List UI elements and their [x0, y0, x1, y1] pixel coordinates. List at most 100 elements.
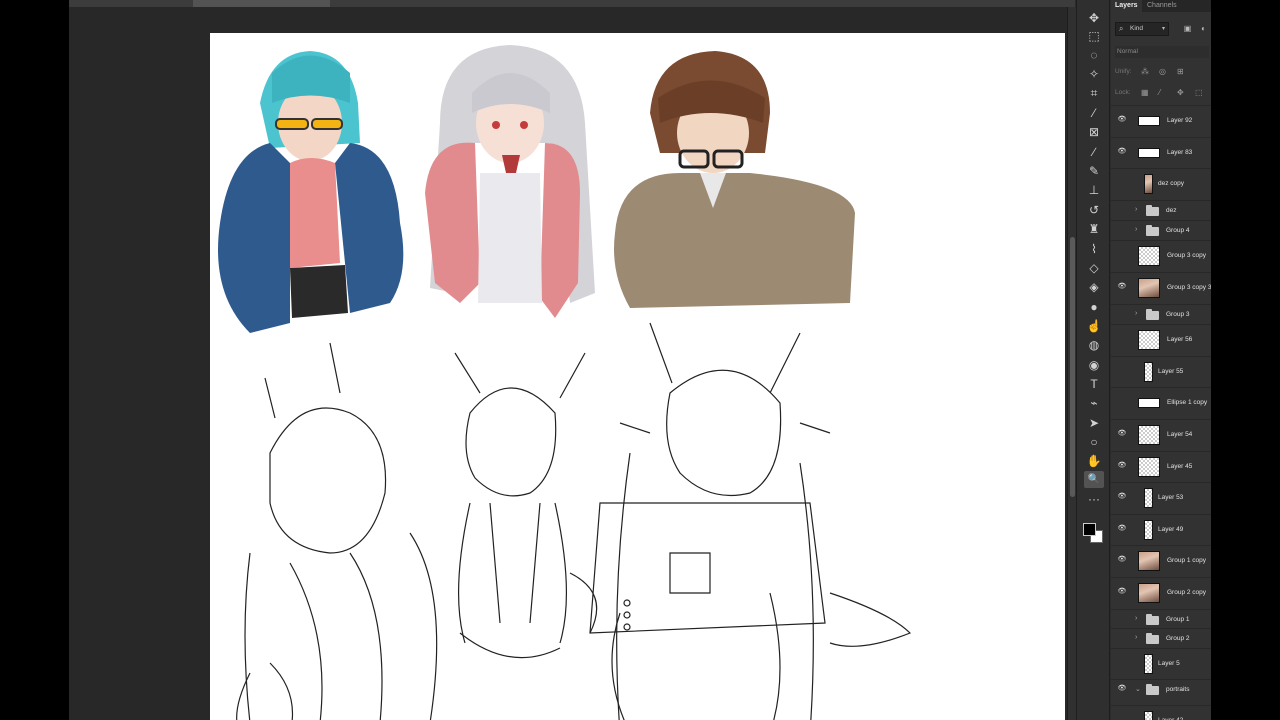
chevron-right-icon[interactable]: › [1135, 226, 1137, 233]
layer-row[interactable]: Layer 5 [1111, 648, 1211, 678]
image-filter-icon[interactable]: ▣ [1183, 24, 1192, 33]
folder-icon [1146, 205, 1159, 216]
layers-list: 👁 Layer 92 👁 Layer 83 dez copy › dez › Group 4 Gr… [1111, 104, 1211, 720]
marquee-icon[interactable]: ⬚ [1084, 27, 1104, 44]
letterbox-right [1211, 0, 1280, 720]
document-canvas[interactable] [210, 33, 1065, 720]
eye-icon[interactable]: 👁 [1117, 587, 1127, 595]
layer-row[interactable]: 👁 ⌄ portraits [1111, 679, 1211, 699]
eye-icon[interactable]: 👁 [1117, 684, 1127, 692]
layer-row[interactable]: 👁 Group 1 copy [1111, 545, 1211, 575]
layer-row[interactable]: 👁 Group 3 copy 3 [1111, 272, 1211, 302]
blend-mode-select[interactable]: Normal [1115, 46, 1209, 58]
unify-position-icon[interactable]: ⁂ [1141, 66, 1149, 78]
ellipse-icon[interactable]: ○ [1084, 433, 1104, 450]
smudge-icon[interactable]: ☝ [1084, 317, 1104, 334]
tab-layers[interactable]: Layers [1111, 0, 1142, 12]
pencil-icon[interactable]: ✎ [1084, 162, 1104, 179]
zoom-icon[interactable]: 🔍 [1084, 471, 1104, 488]
blur-icon[interactable]: ● [1084, 298, 1104, 315]
eye-icon[interactable]: 👁 [1117, 429, 1127, 437]
scrollbar-thumb[interactable] [1070, 237, 1075, 497]
eye-icon[interactable]: 👁 [1117, 492, 1127, 500]
document-tab-active[interactable] [193, 0, 330, 7]
path-select-icon[interactable]: ⌁ [1084, 394, 1104, 411]
layer-row[interactable]: › Group 4 [1111, 220, 1211, 240]
layer-thumbnail [1144, 654, 1153, 674]
frame-icon[interactable]: ⊠ [1084, 123, 1104, 140]
mixer-brush-icon[interactable]: ⌇ [1084, 240, 1104, 257]
chevron-right-icon[interactable]: › [1135, 634, 1137, 641]
layer-row[interactable]: 👁 Layer 49 [1111, 514, 1211, 544]
filter-kind-select[interactable]: ⌕ Kind ▾ [1115, 22, 1169, 36]
layer-row[interactable]: 👁 Layer 83 [1111, 137, 1211, 167]
lock-position-icon[interactable]: ✥ [1177, 87, 1184, 99]
layer-row[interactable]: 👁 Group 2 copy [1111, 577, 1211, 607]
crop-icon[interactable]: ⌗ [1084, 85, 1104, 102]
eraser-icon[interactable]: ◇ [1084, 259, 1104, 276]
layer-row[interactable]: › Group 1 [1111, 609, 1211, 629]
layer-row[interactable]: › dez [1111, 200, 1211, 220]
history-brush-icon[interactable]: ↺ [1084, 201, 1104, 218]
chevron-right-icon[interactable]: › [1135, 615, 1137, 622]
lock-transparent-icon[interactable]: ▦ [1141, 87, 1149, 99]
layer-name: Layer 53 [1158, 494, 1184, 501]
eyedropper-icon[interactable]: ⁄ [1084, 104, 1104, 121]
chevron-right-icon[interactable]: › [1135, 310, 1137, 317]
tab-channels[interactable]: Channels [1143, 0, 1181, 12]
unify-label: Unify: [1115, 68, 1132, 75]
canvas-vertical-scrollbar[interactable] [1067, 7, 1076, 720]
layer-name: Group 3 copy [1167, 252, 1207, 259]
lasso-icon[interactable]: ◌ [1084, 46, 1104, 63]
pen-icon[interactable]: ◉ [1084, 356, 1104, 373]
adjustment-filter-icon[interactable]: ◐ [1199, 24, 1208, 33]
move-icon[interactable]: ✥ [1084, 9, 1104, 26]
unify-visibility-icon[interactable]: ◎ [1159, 66, 1166, 78]
folder-icon [1146, 684, 1159, 695]
layer-row[interactable]: 👁 Layer 45 [1111, 451, 1211, 481]
filter-kind-value: Kind [1130, 25, 1144, 32]
layer-row[interactable]: Ellipse 1 copy [1111, 387, 1211, 417]
direct-select-icon[interactable]: ➤ [1084, 414, 1104, 431]
search-icon: ⌕ [1119, 24, 1124, 33]
eye-icon[interactable]: 👁 [1117, 524, 1127, 532]
panel-tab-bar: Layers Channels [1111, 0, 1211, 12]
layer-row[interactable]: Layer 42 [1111, 705, 1211, 720]
lock-artboard-icon[interactable]: ⬚ [1195, 87, 1203, 99]
photoshop-window: ✥ ⬚ ◌ ✧ ⌗ ⁄ ⊠ ∕ ✎ ⊥ ↺ ♜ ⌇ ◇ ◈ ● ☝ ◍ ◉ T ⌁ ➤ ○ ✋ 🔍 ··· Layers Chan… [69, 0, 1211, 720]
layer-row[interactable]: 👁 Layer 92 [1111, 105, 1211, 135]
layer-row[interactable]: Group 3 copy [1111, 240, 1211, 270]
layer-row[interactable]: 👁 Layer 53 [1111, 482, 1211, 512]
dodge-icon[interactable]: ◍ [1084, 336, 1104, 353]
brush-icon[interactable]: ∕ [1084, 143, 1104, 160]
chevron-down-icon[interactable]: ⌄ [1135, 685, 1141, 693]
foreground-color-swatch[interactable] [1083, 523, 1096, 536]
eye-icon[interactable]: 👁 [1117, 147, 1127, 155]
layers-panel: Layers Channels ⌕ Kind ▾ ▣ ◐ Normal Unif… [1111, 0, 1211, 720]
layer-thumbnail [1144, 520, 1153, 540]
stamp-icon[interactable]: ♜ [1084, 220, 1104, 237]
eye-icon[interactable]: 👁 [1117, 282, 1127, 290]
layer-thumbnail [1144, 362, 1153, 382]
layer-row[interactable]: Layer 56 [1111, 324, 1211, 354]
chevron-right-icon[interactable]: › [1135, 206, 1137, 213]
canvas-workspace[interactable] [69, 7, 1069, 720]
type-icon[interactable]: T [1084, 375, 1104, 392]
layer-row[interactable]: 👁 Layer 54 [1111, 419, 1211, 449]
layer-row[interactable]: › Group 2 [1111, 628, 1211, 648]
more-tools-icon[interactable]: ··· [1084, 490, 1104, 507]
eye-icon[interactable]: 👁 [1117, 115, 1127, 123]
eye-icon[interactable]: 👁 [1117, 555, 1127, 563]
layer-row[interactable]: Layer 55 [1111, 356, 1211, 386]
magic-wand-icon[interactable]: ✧ [1084, 65, 1104, 82]
clone-stamp-icon[interactable]: ⊥ [1084, 181, 1104, 198]
layer-name: Layer 55 [1158, 368, 1184, 375]
layer-row[interactable]: › Group 3 [1111, 304, 1211, 324]
paint-bucket-icon[interactable]: ◈ [1084, 278, 1104, 295]
layer-row[interactable]: dez copy [1111, 168, 1211, 198]
lock-label: Lock: [1115, 89, 1131, 96]
hand-icon[interactable]: ✋ [1084, 452, 1104, 469]
lock-image-icon[interactable]: ⁄ [1159, 87, 1160, 99]
unify-style-icon[interactable]: ⊞ [1177, 66, 1184, 78]
eye-icon[interactable]: 👁 [1117, 461, 1127, 469]
